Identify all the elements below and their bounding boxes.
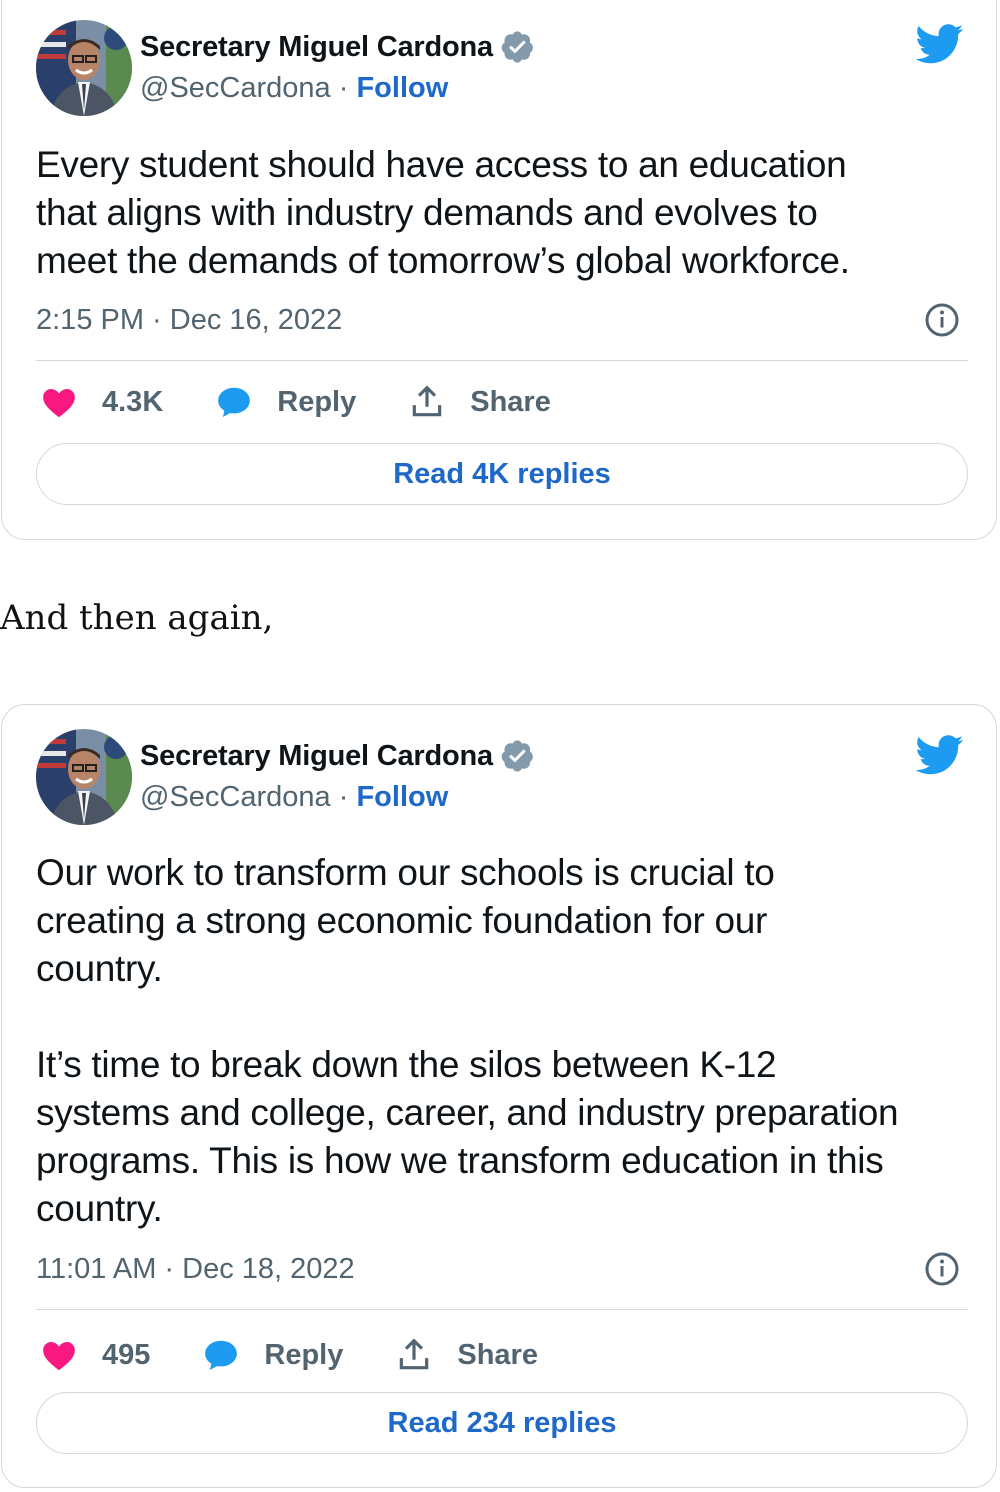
article-text: And then again,	[0, 598, 274, 638]
separator-dot: ·	[338, 781, 349, 813]
reply-label: Reply	[277, 385, 357, 418]
reply-button[interactable]: Reply	[202, 1333, 343, 1377]
info-circle-icon[interactable]	[924, 302, 960, 338]
twitter-bird-icon[interactable]	[916, 735, 964, 775]
action-bar: 495 Reply Share	[40, 1333, 590, 1377]
author-name[interactable]: Secretary Miguel Cardona	[140, 31, 493, 64]
action-bar: 4.3K Reply Share	[40, 380, 603, 424]
speech-bubble-icon	[218, 387, 251, 418]
divider	[36, 1309, 968, 1310]
author-name-row[interactable]: Secretary Miguel Cardona	[140, 739, 535, 773]
author-handle[interactable]: @SecCardona	[140, 781, 331, 813]
follow-link[interactable]: Follow	[356, 72, 448, 104]
author-name[interactable]: Secretary Miguel Cardona	[140, 740, 493, 773]
read-replies-button[interactable]: Read 234 replies	[36, 1392, 968, 1454]
follow-link[interactable]: Follow	[356, 781, 448, 813]
reply-button[interactable]: Reply	[215, 380, 356, 424]
author-handle[interactable]: @SecCardona	[140, 72, 331, 104]
like-button[interactable]: 4.3K	[40, 380, 163, 424]
info-circle-icon[interactable]	[924, 1251, 960, 1287]
reply-label: Reply	[264, 1338, 344, 1371]
divider	[36, 360, 968, 361]
twitter-bird-icon[interactable]	[916, 24, 964, 64]
verified-badge-icon	[501, 31, 533, 63]
handle-row: @SecCardona · Follow	[140, 72, 448, 105]
heart-icon	[43, 1342, 75, 1371]
share-upload-icon	[413, 385, 442, 417]
heart-icon	[43, 389, 75, 418]
share-button[interactable]: Share	[395, 1333, 538, 1377]
verified-badge-icon	[501, 740, 533, 772]
like-button[interactable]: 495	[40, 1333, 150, 1377]
tweet-card[interactable]: Secretary Miguel Cardona @SecCardona · F…	[1, 0, 997, 540]
speech-bubble-icon	[205, 1340, 238, 1371]
tweet-card[interactable]: Secretary Miguel Cardona @SecCardona · F…	[1, 704, 997, 1488]
share-upload-icon	[400, 1338, 429, 1370]
avatar[interactable]	[36, 20, 132, 116]
tweet-timestamp[interactable]: 11:01 AM · Dec 18, 2022	[36, 1253, 355, 1286]
like-count: 495	[102, 1338, 151, 1371]
handle-row: @SecCardona · Follow	[140, 781, 448, 814]
read-replies-button[interactable]: Read 4K replies	[36, 443, 968, 505]
like-count: 4.3K	[102, 385, 164, 418]
share-button[interactable]: Share	[408, 380, 551, 424]
tweet-text: Every student should have access to an e…	[36, 144, 850, 281]
tweet-text: Our work to transform our schools is cru…	[36, 852, 899, 1229]
share-label: Share	[470, 385, 551, 418]
avatar[interactable]	[36, 729, 132, 825]
separator-dot: ·	[338, 72, 349, 104]
author-name-row[interactable]: Secretary Miguel Cardona	[140, 30, 535, 64]
share-label: Share	[457, 1338, 538, 1371]
tweet-timestamp[interactable]: 2:15 PM · Dec 16, 2022	[36, 304, 342, 337]
